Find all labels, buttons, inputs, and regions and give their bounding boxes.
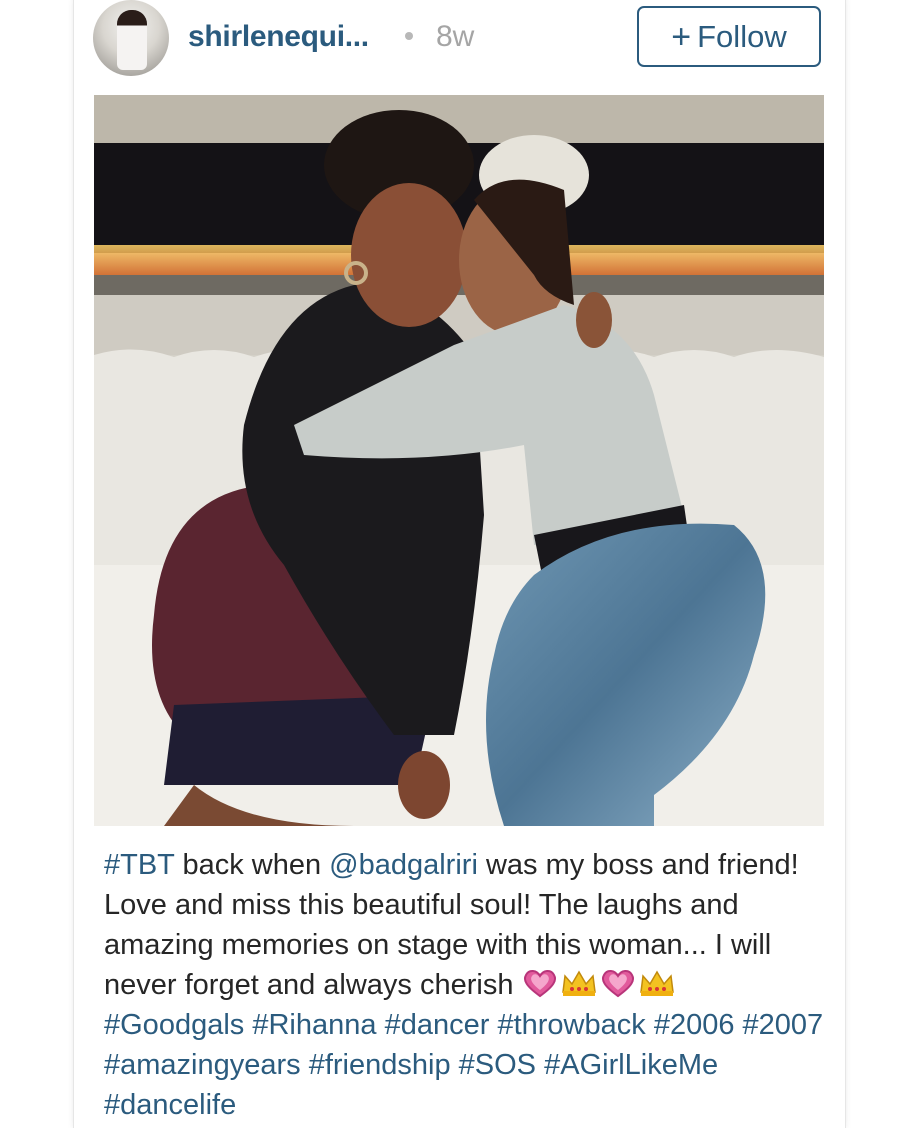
post-username[interactable]: shirlenequi... — [188, 20, 369, 54]
hashtag-amazingyears[interactable]: #amazingyears — [104, 1049, 301, 1081]
hashtag-2006[interactable]: #2006 — [654, 1009, 735, 1041]
pink-heart-icon — [523, 970, 556, 998]
hashtag-goodgals[interactable]: #Goodgals — [104, 1009, 244, 1041]
hashtag-dancelife[interactable]: #dancelife — [104, 1089, 236, 1121]
hashtag-throwback[interactable]: #throwback — [497, 1009, 645, 1041]
separator-dot — [405, 32, 413, 40]
plus-icon: + — [671, 17, 692, 56]
post-caption: #TBT back when @badgalriri was my boss a… — [104, 845, 824, 1125]
mention-link[interactable]: @badgalriri — [329, 849, 478, 881]
caption-text-1: back when — [174, 849, 330, 881]
pink-heart-icon — [601, 970, 634, 998]
hashtag-friendship[interactable]: #friendship — [309, 1049, 451, 1081]
hashtag-agirllikeme[interactable]: #AGirlLikeMe — [544, 1049, 718, 1081]
avatar[interactable] — [93, 0, 169, 76]
crown-icon — [639, 970, 674, 996]
hashtag-tbt[interactable]: #TBT — [104, 849, 174, 881]
post-photo[interactable] — [94, 95, 824, 826]
hashtag-2007[interactable]: #2007 — [743, 1009, 824, 1041]
avatar-figure — [117, 10, 147, 70]
photo-illustration — [94, 95, 824, 826]
hashtag-rihanna[interactable]: #Rihanna — [252, 1009, 376, 1041]
post-time[interactable]: 8w — [436, 20, 474, 54]
hashtag-sos[interactable]: #SOS — [459, 1049, 536, 1081]
follow-label: Follow — [697, 18, 787, 54]
crown-icon — [561, 970, 596, 996]
hashtag-dancer[interactable]: #dancer — [385, 1009, 490, 1041]
follow-button[interactable]: + Follow — [637, 6, 821, 67]
